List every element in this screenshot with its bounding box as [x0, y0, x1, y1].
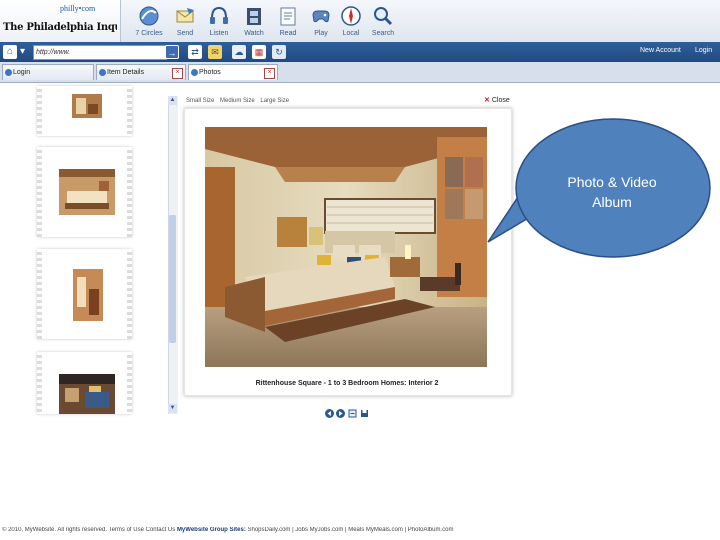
thumbnail-card[interactable] [37, 249, 132, 339]
film-perforation [37, 249, 42, 339]
inquirer-wordmark: The Philadelphia Inquirer [3, 22, 117, 33]
thumbnail-card[interactable] [37, 352, 132, 414]
print-icon[interactable] [348, 409, 357, 418]
save-icon[interactable] [360, 409, 369, 418]
tab-login[interactable]: Login [2, 64, 94, 80]
refresh-icon[interactable]: ⇄ [188, 45, 202, 59]
nav-search[interactable]: Search [361, 3, 405, 41]
chat-icon[interactable]: ☁ [232, 45, 246, 59]
film-icon [247, 8, 261, 25]
tab-item-details[interactable]: Item Details × [96, 64, 186, 80]
thumbnail-card[interactable] [37, 86, 132, 136]
tab-label: Login [13, 69, 31, 76]
footer-copyright[interactable]: © 2010, MyWebsite. All rights reserved. … [2, 527, 177, 533]
bedroom-photo[interactable] [205, 127, 487, 367]
next-photo-icon[interactable] [336, 409, 345, 418]
close-viewer-button[interactable]: ✕ Close [484, 96, 510, 104]
film-perforation [37, 352, 42, 414]
callout-text: Photo & Video Album [540, 172, 684, 212]
scroll-up-icon[interactable]: ▲ [168, 96, 177, 105]
share-icon[interactable]: ↻ [272, 45, 286, 59]
callout-line-2: Album [592, 194, 632, 210]
headphones-icon [210, 6, 228, 24]
compass-icon [341, 6, 361, 26]
large-size-link[interactable]: Large Size [260, 98, 289, 104]
film-perforation [37, 147, 42, 237]
tab-photos[interactable]: Photos × [188, 64, 278, 80]
tab-label: Item Details [107, 69, 144, 76]
footer-group-sites: MyWebsite Group Sites: [176, 527, 246, 533]
philly-com-logo: philly•com [60, 4, 96, 13]
magnifier-icon [374, 7, 393, 26]
thumbnail-card[interactable] [37, 147, 132, 237]
size-options: Small Size Medium Size Large Size [186, 98, 293, 104]
tab-favicon-icon [5, 69, 12, 76]
footer-sites-links[interactable]: ShopsDaily.com | Jobs MyJobs.com | Meals… [246, 527, 454, 533]
nav-label: Search [371, 30, 395, 37]
new-account-link[interactable]: New Account [640, 47, 681, 54]
thumbnail-image [59, 374, 115, 414]
url-input[interactable]: http://www. [33, 45, 167, 60]
film-perforation [127, 147, 132, 237]
login-link[interactable]: Login [695, 47, 712, 54]
tab-favicon-icon [191, 69, 198, 76]
document-icon [280, 7, 296, 26]
photo-caption: Rittenhouse Square - 1 to 3 Bedroom Home… [255, 380, 439, 387]
scroll-down-icon[interactable]: ▼ [168, 404, 177, 413]
callout-line-1: Photo & Video [567, 174, 657, 190]
small-size-link[interactable]: Small Size [186, 98, 214, 104]
circles-icon [139, 6, 159, 26]
tab-label: Photos [199, 69, 221, 76]
film-perforation [127, 249, 132, 339]
film-perforation [127, 352, 132, 414]
scroll-thumb[interactable] [169, 215, 176, 343]
previous-photo-icon[interactable] [325, 409, 334, 418]
close-label: Close [491, 97, 510, 104]
history-dropdown-icon[interactable]: ▾ [20, 45, 32, 59]
thumbnail-image [73, 269, 103, 321]
mail-icon[interactable]: ✉ [208, 45, 222, 59]
film-perforation [37, 86, 42, 136]
send-icon [176, 8, 194, 23]
tab-favicon-icon [99, 69, 106, 76]
thumbnail-image [72, 94, 102, 118]
calendar-icon[interactable]: ▦ [252, 45, 266, 59]
film-perforation [127, 86, 132, 136]
close-tab-icon[interactable]: × [264, 68, 275, 79]
page-footer: © 2010, MyWebsite. All rights reserved. … [2, 527, 718, 533]
close-x-icon: ✕ [484, 97, 490, 104]
medium-size-link[interactable]: Medium Size [220, 98, 255, 104]
home-icon[interactable]: ⌂ [3, 45, 17, 59]
close-tab-icon[interactable]: × [172, 68, 183, 79]
thumbnail-image [59, 169, 115, 215]
